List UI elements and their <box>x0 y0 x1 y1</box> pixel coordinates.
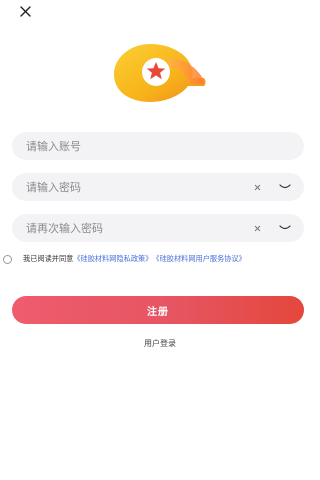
confirm-password-input[interactable] <box>26 214 250 242</box>
confirm-password-field[interactable] <box>12 214 304 242</box>
agreement-checkbox[interactable] <box>3 254 12 264</box>
privacy-policy-link[interactable]: 《硅胶材料网隐私政策》 <box>73 254 152 264</box>
clear-icon[interactable] <box>250 221 264 235</box>
account-input[interactable] <box>26 132 304 160</box>
app-logo <box>110 40 210 104</box>
agreement-row: 我已阅读并同意 《硅胶材料网隐私政策》 《硅胶材料网用户服务协议》 <box>3 252 319 266</box>
register-screen: 我已阅读并同意 《硅胶材料网隐私政策》 《硅胶材料网用户服务协议》 注册 用户登… <box>0 0 320 480</box>
close-button[interactable] <box>17 3 33 19</box>
password-field[interactable] <box>12 173 304 201</box>
close-icon[interactable] <box>19 2 31 21</box>
service-agreement-link[interactable]: 《硅胶材料网用户服务协议》 <box>152 254 245 264</box>
clear-icon[interactable] <box>250 180 264 194</box>
user-login-link[interactable]: 用户登录 <box>0 338 320 349</box>
eye-closed-icon[interactable] <box>278 182 292 192</box>
eye-closed-icon[interactable] <box>278 223 292 233</box>
account-field[interactable] <box>12 132 304 160</box>
register-button[interactable]: 注册 <box>12 296 304 324</box>
agreement-prefix: 我已阅读并同意 <box>23 254 74 263</box>
password-input[interactable] <box>26 173 250 201</box>
